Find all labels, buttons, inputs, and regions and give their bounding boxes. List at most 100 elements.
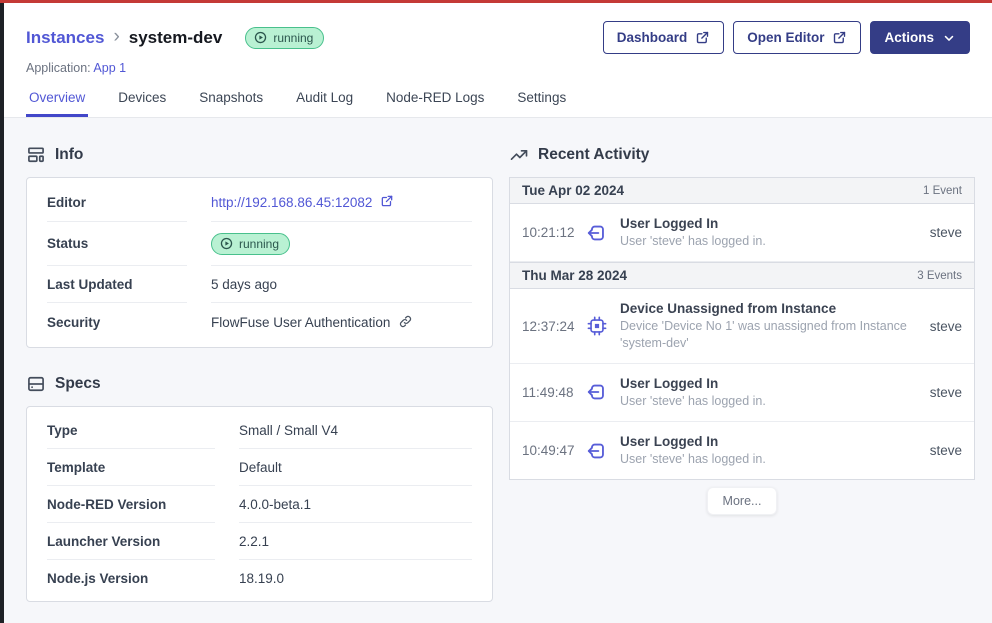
- template-icon: [26, 145, 46, 165]
- specs-row-type: Type Small / Small V4: [27, 412, 492, 449]
- activity-group-header: Tue Apr 02 2024 1 Event: [510, 178, 974, 204]
- event-title: User Logged In: [620, 434, 920, 449]
- login-icon: [586, 381, 608, 403]
- external-link-icon: [695, 30, 710, 45]
- specs-label: Launcher Version: [47, 523, 215, 560]
- event-description: Device 'Device No 1' was unassigned from…: [620, 318, 920, 351]
- activity-event-row[interactable]: 12:37:24 Device Unassigned from Instance…: [510, 289, 974, 364]
- info-row-status: Status running: [27, 222, 492, 266]
- event-title: Device Unassigned from Instance: [620, 301, 920, 316]
- status-badge: running: [245, 27, 324, 49]
- application-label: Application:: [26, 61, 91, 75]
- editor-url-link[interactable]: http://192.168.86.45:12082: [211, 194, 394, 211]
- info-row-last-updated: Last Updated 5 days ago: [27, 266, 492, 303]
- activity-section-title: Recent Activity: [538, 146, 649, 164]
- security-value: FlowFuse User Authentication: [211, 315, 390, 330]
- tab-devices[interactable]: Devices: [115, 90, 169, 117]
- specs-row-launcher-version: Launcher Version 2.2.1: [27, 523, 492, 560]
- specs-value: 4.0.0-beta.1: [239, 486, 472, 523]
- info-section-title: Info: [55, 146, 83, 164]
- tab-snapshots[interactable]: Snapshots: [196, 90, 266, 117]
- page-title: system-dev: [129, 28, 223, 48]
- activity-event-row[interactable]: 10:49:47 User Logged In User 'steve' has…: [510, 422, 974, 479]
- event-time: 12:37:24: [522, 319, 584, 334]
- link-icon[interactable]: [398, 314, 413, 332]
- activity-group-header: Thu Mar 28 2024 3 Events: [510, 262, 974, 289]
- login-icon: [586, 222, 608, 244]
- top-red-border: [0, 0, 992, 3]
- left-dark-edge: [0, 0, 4, 623]
- server-icon: [26, 374, 46, 394]
- breadcrumb-instances-link[interactable]: Instances: [26, 28, 104, 48]
- tab-settings[interactable]: Settings: [514, 90, 569, 117]
- status-badge-label: running: [239, 237, 279, 251]
- activity-table: Tue Apr 02 2024 1 Event 10:21:12 User: [509, 177, 975, 480]
- event-user: steve: [930, 443, 962, 458]
- specs-row-nodejs-version: Node.js Version 18.19.0: [27, 560, 492, 596]
- chevron-right-icon: ›: [113, 27, 119, 46]
- info-label: Editor: [47, 183, 187, 222]
- event-time: 11:49:48: [522, 385, 584, 400]
- trending-up-icon: [509, 145, 529, 165]
- event-time: 10:21:12: [522, 225, 584, 240]
- actions-button-label: Actions: [884, 30, 934, 45]
- event-description: User 'steve' has logged in.: [620, 233, 920, 249]
- tab-audit-log[interactable]: Audit Log: [293, 90, 356, 117]
- activity-event-row[interactable]: 11:49:48 User Logged In User 'steve' has…: [510, 364, 974, 422]
- specs-label: Type: [47, 412, 215, 449]
- recent-activity-section: Recent Activity Tue Apr 02 2024 1 Event …: [509, 145, 975, 515]
- event-description: User 'steve' has logged in.: [620, 393, 920, 409]
- actions-button[interactable]: Actions: [870, 21, 970, 54]
- external-link-icon: [380, 194, 394, 211]
- specs-section: Specs Type Small / Small V4 Template Def…: [26, 374, 493, 602]
- group-date: Thu Mar 28 2024: [522, 268, 627, 283]
- event-time: 10:49:47: [522, 443, 584, 458]
- specs-label: Node-RED Version: [47, 486, 215, 523]
- tab-node-red-logs[interactable]: Node-RED Logs: [383, 90, 487, 117]
- specs-value: 18.19.0: [239, 560, 472, 596]
- info-section: Info Editor http://192.168.86.45:12082: [26, 145, 493, 348]
- activity-event-row[interactable]: 10:21:12 User Logged In User 'steve' has…: [510, 204, 974, 262]
- event-title: User Logged In: [620, 376, 920, 391]
- info-row-security: Security FlowFuse User Authentication: [27, 303, 492, 342]
- dashboard-button-label: Dashboard: [617, 30, 688, 45]
- external-link-icon: [832, 30, 847, 45]
- specs-label: Node.js Version: [47, 560, 215, 596]
- info-label: Security: [47, 303, 187, 342]
- specs-value: Default: [239, 449, 472, 486]
- application-link[interactable]: App 1: [93, 61, 126, 75]
- dashboard-button[interactable]: Dashboard: [603, 21, 725, 54]
- event-user: steve: [930, 319, 962, 334]
- event-title: User Logged In: [620, 216, 920, 231]
- specs-label: Template: [47, 449, 215, 486]
- specs-value: Small / Small V4: [239, 412, 472, 449]
- tab-overview[interactable]: Overview: [26, 90, 88, 117]
- open-editor-button-label: Open Editor: [747, 30, 824, 45]
- specs-row-template: Template Default: [27, 449, 492, 486]
- login-icon: [586, 440, 608, 462]
- info-label: Status: [47, 222, 187, 266]
- main-content: Info Editor http://192.168.86.45:12082: [0, 118, 992, 622]
- status-badge: running: [211, 233, 290, 255]
- application-line: Application: App 1: [26, 61, 970, 75]
- left-column: Info Editor http://192.168.86.45:12082: [26, 145, 493, 602]
- chevron-down-icon: [942, 31, 956, 45]
- last-updated-value: 5 days ago: [211, 266, 472, 303]
- status-badge-label: running: [273, 31, 313, 45]
- specs-section-title: Specs: [55, 375, 101, 393]
- specs-value: 2.2.1: [239, 523, 472, 560]
- group-event-count: 3 Events: [917, 270, 962, 282]
- header-actions: Dashboard Open Editor: [603, 21, 970, 54]
- chip-icon: [586, 315, 608, 337]
- more-button[interactable]: More...: [707, 487, 778, 515]
- play-circle-icon: [254, 31, 267, 44]
- open-editor-button[interactable]: Open Editor: [733, 21, 861, 54]
- event-description: User 'steve' has logged in.: [620, 451, 920, 467]
- instance-overview-page: Instances › system-dev running Dashboard: [0, 0, 992, 622]
- event-user: steve: [930, 225, 962, 240]
- group-event-count: 1 Event: [923, 185, 962, 197]
- event-user: steve: [930, 385, 962, 400]
- tab-bar: Overview Devices Snapshots Audit Log Nod…: [26, 90, 970, 117]
- breadcrumb: Instances › system-dev running: [26, 27, 324, 49]
- group-date: Tue Apr 02 2024: [522, 183, 624, 198]
